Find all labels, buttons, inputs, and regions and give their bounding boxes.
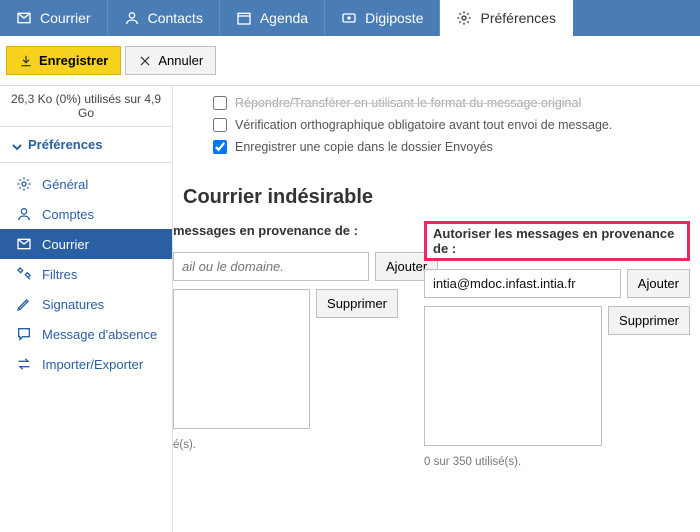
swap-icon	[16, 356, 32, 372]
option-label: Répondre/Transférer en utilisant le form…	[235, 96, 581, 110]
sidebar-item-label: Général	[42, 177, 88, 192]
gear-icon	[16, 176, 32, 192]
sidebar-item-label: Importer/Exporter	[42, 357, 143, 372]
mail-icon	[16, 10, 32, 26]
top-tabs: Courrier Contacts Agenda Digiposte Préfé…	[0, 0, 700, 36]
checkbox[interactable]	[213, 118, 227, 132]
tools-icon	[16, 266, 32, 282]
block-heading: messages en provenance de :	[173, 221, 398, 244]
sidebar-item-label: Filtres	[42, 267, 77, 282]
tab-label: Courrier	[40, 10, 91, 26]
sidebar-items: Général Comptes Courrier Filtres Signatu…	[0, 163, 172, 379]
main-area: 26,3 Ko (0%) utilisés sur 4,9 Go Préfére…	[0, 86, 700, 532]
block-counter: é(s).	[173, 437, 398, 451]
block-list-row: Supprimer	[173, 289, 398, 429]
sidebar-item-label: Message d'absence	[42, 327, 157, 342]
sidebar-item-away[interactable]: Message d'absence	[0, 319, 172, 349]
allow-column: Autoriser les messages en provenance de …	[424, 221, 690, 468]
allow-address-input[interactable]	[424, 269, 621, 298]
user-icon	[16, 206, 32, 222]
sidebar-item-label: Comptes	[42, 207, 94, 222]
sidebar-group-preferences[interactable]: Préférences	[0, 126, 172, 163]
sidebar-item-label: Signatures	[42, 297, 104, 312]
sidebar-item-filters[interactable]: Filtres	[0, 259, 172, 289]
speech-icon	[16, 326, 32, 342]
allow-delete-button[interactable]: Supprimer	[608, 306, 690, 335]
sidebar: 26,3 Ko (0%) utilisés sur 4,9 Go Préfére…	[0, 86, 173, 532]
cancel-button[interactable]: Annuler	[125, 46, 216, 75]
contacts-icon	[124, 10, 140, 26]
option-spellcheck[interactable]: Vérification orthographique obligatoire …	[213, 114, 690, 136]
tab-label: Préférences	[480, 10, 555, 26]
tab-label: Agenda	[260, 10, 308, 26]
sidebar-item-mail[interactable]: Courrier	[0, 229, 172, 259]
sidebar-group-label: Préférences	[28, 137, 102, 152]
block-address-input[interactable]	[173, 252, 369, 281]
option-label: Enregistrer une copie dans le dossier En…	[235, 140, 493, 154]
download-icon	[19, 54, 33, 68]
section-title-spam: Courrier indésirable	[183, 164, 690, 215]
save-button[interactable]: Enregistrer	[6, 46, 121, 75]
tab-preferences[interactable]: Préférences	[440, 0, 572, 36]
tab-label: Digiposte	[365, 10, 423, 26]
spam-columns: messages en provenance de : Ajouter Supp…	[183, 215, 690, 468]
close-icon	[138, 54, 152, 68]
mail-icon	[16, 236, 32, 252]
checkbox[interactable]	[213, 140, 227, 154]
option-reply-format[interactable]: Répondre/Transférer en utilisant le form…	[213, 92, 690, 114]
sidebar-item-accounts[interactable]: Comptes	[0, 199, 172, 229]
allow-input-row: Ajouter	[424, 269, 690, 298]
option-save-sent[interactable]: Enregistrer une copie dans le dossier En…	[213, 136, 690, 158]
sidebar-item-label: Courrier	[42, 237, 89, 252]
allow-add-button[interactable]: Ajouter	[627, 269, 690, 298]
allow-listbox[interactable]	[424, 306, 602, 446]
calendar-icon	[236, 10, 252, 26]
content-area: Répondre/Transférer en utilisant le form…	[173, 86, 700, 532]
block-delete-button[interactable]: Supprimer	[316, 289, 398, 318]
tab-contacts[interactable]: Contacts	[108, 0, 220, 36]
allow-heading: Autoriser les messages en provenance de …	[424, 221, 690, 261]
button-label: Enregistrer	[39, 53, 108, 68]
sidebar-item-import-export[interactable]: Importer/Exporter	[0, 349, 172, 379]
toolbar: Enregistrer Annuler	[0, 36, 700, 86]
gear-icon	[456, 10, 472, 26]
tab-agenda[interactable]: Agenda	[220, 0, 325, 36]
block-input-row: Ajouter	[173, 252, 398, 281]
storage-usage: 26,3 Ko (0%) utilisés sur 4,9 Go	[0, 86, 172, 126]
option-label: Vérification orthographique obligatoire …	[235, 118, 612, 132]
digiposte-icon	[341, 10, 357, 26]
allow-counter: 0 sur 350 utilisé(s).	[424, 454, 690, 468]
block-column: messages en provenance de : Ajouter Supp…	[173, 221, 398, 468]
allow-list-row: Supprimer	[424, 306, 690, 446]
chevron-down-icon	[12, 140, 22, 150]
tab-label: Contacts	[148, 10, 203, 26]
button-label: Annuler	[158, 53, 203, 68]
compose-options: Répondre/Transférer en utilisant le form…	[183, 86, 690, 164]
sidebar-item-general[interactable]: Général	[0, 169, 172, 199]
checkbox[interactable]	[213, 96, 227, 110]
block-listbox[interactable]	[173, 289, 310, 429]
tab-digiposte[interactable]: Digiposte	[325, 0, 440, 36]
pencil-icon	[16, 296, 32, 312]
sidebar-item-signatures[interactable]: Signatures	[0, 289, 172, 319]
tab-mail[interactable]: Courrier	[0, 0, 108, 36]
